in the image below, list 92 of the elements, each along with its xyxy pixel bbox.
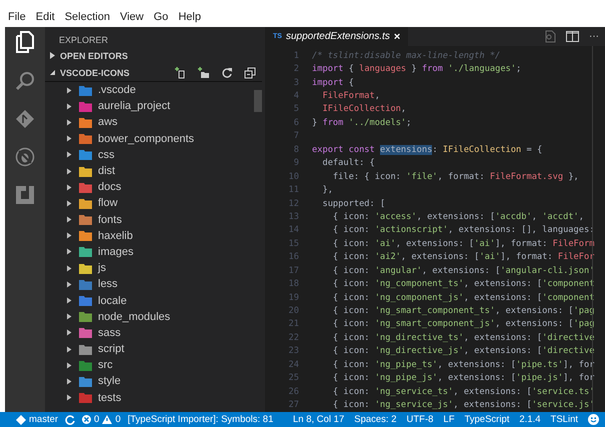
line-number: 2 [292,64,299,74]
line-number: 14 [288,225,299,236]
line-number: 3 [292,78,299,88]
folder-name[interactable]: src [98,359,113,372]
code-line: }, [321,185,333,196]
status-item[interactable]: TypeScript [464,414,510,425]
code-line: default: { [321,158,375,168]
line-number: 16 [288,252,299,262]
status-item[interactable]: LF [443,414,454,425]
code-line: /* tslint:disable max-line-length */ [312,50,500,61]
more-actions-button[interactable]: ··· [589,31,599,42]
code-line: { icon: 'ng_component_js', extensions: ['component [332,292,594,303]
code-line: import { [312,78,354,88]
line-number: 23 [288,346,299,356]
code-line: { icon: 'ng_service_ts', extensions: ['service.ts' [332,386,594,397]
menu-item[interactable]: Selection [64,11,110,23]
code-line: file: { icon: 'file', format: FileFormat.svg }, [332,172,579,182]
folder-name[interactable]: style [98,375,121,388]
code-line: import { languages } from './languages'; [312,64,522,74]
line-number: 8 [292,144,299,155]
line-number: 20 [288,306,299,316]
folder-name[interactable]: node_modules [98,310,170,323]
line-number: 27 [288,400,299,410]
menu-item[interactable]: View [120,11,144,23]
folder-name[interactable]: tests [98,392,122,404]
line-number: 9 [292,158,299,168]
line-number: 4 [292,91,299,102]
line-number: 18 [288,279,299,290]
branch-indicator[interactable]: master [16,414,58,425]
line-number: 19 [288,292,299,303]
line-number: 15 [288,238,299,249]
status-item[interactable]: UTF-8 [406,414,434,425]
status-item[interactable]: Ln 8, Col 17 [293,414,344,425]
section-header[interactable]: VSCODE-ICONS [60,68,130,78]
problems-indicator[interactable]: 0 0 [82,414,121,425]
code-line: { icon: 'ng_component_ts', extensions: ['component [332,279,594,290]
folder-name[interactable]: flow [98,197,118,210]
line-number: 13 [288,212,299,222]
folder-name[interactable]: fonts [98,214,122,226]
code-line: { icon: 'ng_pipe_ts', extensions: ['pipe.ts'], for [332,360,594,370]
line-number: 22 [288,332,299,343]
code-line: { icon: 'actionscript', extensions: [], languages: [332,225,594,236]
folder-name[interactable]: locale [98,294,127,307]
status-message: [TypeScript Importer]: Symbols: 81 [128,414,274,425]
folder-name[interactable]: dist [98,165,116,178]
code-line: { icon: 'angular', extensions: ['angular-cli.json' [332,266,594,276]
folder-name[interactable]: js [98,262,106,274]
line-number: 24 [288,360,299,370]
code-line: IFileCollection, [321,104,406,114]
line-number: 26 [288,386,299,397]
code-line: } from '../models'; [312,118,412,128]
code-line: { icon: 'ng_pipe_js', extensions: ['pipe.js'], for [332,373,594,384]
folder-name[interactable]: haxelib [98,230,133,242]
menu-item[interactable]: File [8,11,26,23]
line-number: 5 [292,104,299,114]
close-tab-button[interactable]: × [394,30,400,42]
folder-name[interactable]: aurelia_project [98,100,170,112]
line-number: 6 [292,118,299,128]
folder-name[interactable]: css [98,148,114,161]
code-line: { icon: 'ai2', extensions: ['ai'], format: FileFor [332,252,594,262]
line-number: 21 [288,319,299,330]
line-number: 11 [288,185,299,196]
status-item[interactable]: TSLint [550,414,578,425]
code-line: { icon: 'ng_service_js', extensions: ['service.js' [332,400,594,410]
folder-name[interactable]: .vscode [98,84,136,96]
line-number: 7 [292,131,299,142]
code-line: { icon: 'ng_directive_js', extensions: ['directive [332,346,594,356]
folder-name[interactable]: bower_components [98,132,194,145]
line-number: 25 [288,373,299,384]
code-line: { icon: 'access', extensions: ['accdb', 'accdt', [332,212,584,222]
menu-item[interactable]: Edit [36,11,55,23]
folder-name[interactable]: aws [98,116,118,128]
status-item[interactable]: 2.1.4 [519,414,541,425]
folder-name[interactable]: sass [98,326,121,339]
section-header[interactable]: OPEN EDITORS [60,50,128,60]
sidebar-title: EXPLORER [58,34,110,47]
status-item[interactable]: Spaces: 2 [354,414,396,425]
menu-item[interactable]: Help [178,11,201,23]
folder-name[interactable]: script [98,343,124,356]
folder-name[interactable]: less [98,278,118,290]
menu-item[interactable]: Go [154,11,168,23]
folder-name[interactable]: images [98,246,134,258]
code-line: export const extensions: IFileCollection = { [312,144,542,155]
line-number: 12 [288,198,299,209]
folder-name[interactable]: docs [98,181,122,194]
code-line: { icon: 'ai', extensions: ['ai'], format: FileForm [332,238,594,249]
code-line: { icon: 'ng_directive_ts', extensions: ['directive [332,332,594,343]
line-number: 10 [288,172,299,182]
line-number: 1 [292,50,299,61]
line-number: 17 [288,266,299,276]
code-line: supported: [ [321,198,386,209]
code-line: FileFormat, [321,91,380,102]
